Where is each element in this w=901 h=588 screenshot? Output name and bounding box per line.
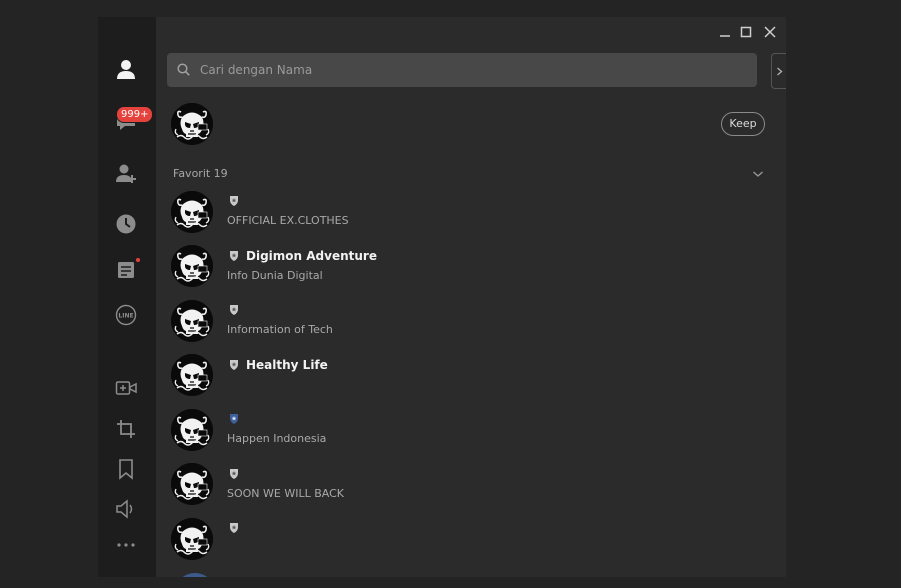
line-logo-icon[interactable]: LINE xyxy=(114,303,138,327)
line-window: 999+ LINE Cari dengan Nama Keep Favorit … xyxy=(98,17,786,577)
favorites-section-label: Favorit 19 xyxy=(173,167,228,180)
video-call-icon[interactable] xyxy=(114,376,138,400)
clock-icon[interactable] xyxy=(114,212,138,236)
official-shield-icon xyxy=(229,250,239,261)
chevron-right-icon xyxy=(776,67,782,75)
expand-panel-button[interactable] xyxy=(771,53,786,89)
chevron-down-icon[interactable] xyxy=(752,169,764,179)
friend-avatar[interactable] xyxy=(171,354,213,396)
my-profile-avatar[interactable] xyxy=(171,103,213,145)
more-icon[interactable] xyxy=(114,533,138,557)
sidebar: 999+ LINE xyxy=(98,17,156,577)
friend-avatar[interactable] xyxy=(174,573,216,577)
friend-name[interactable]: Digimon Adventure xyxy=(246,248,377,264)
search-icon xyxy=(177,63,190,76)
official-shield-icon xyxy=(229,413,239,424)
friend-name[interactable]: Healthy Life xyxy=(246,357,328,373)
search-placeholder: Cari dengan Nama xyxy=(200,63,313,77)
note-icon[interactable] xyxy=(114,258,138,282)
minimize-icon[interactable] xyxy=(718,25,732,39)
friend-status: Information of Tech xyxy=(227,323,333,336)
friends-panel: Cari dengan Nama Keep Favorit 19 OFFICIA… xyxy=(156,17,786,577)
official-shield-icon xyxy=(229,304,239,315)
official-shield-icon xyxy=(229,359,239,370)
maximize-icon[interactable] xyxy=(739,25,753,39)
friend-status: SOON WE WILL BACK xyxy=(227,487,344,500)
friend-avatar[interactable] xyxy=(171,409,213,451)
notes-dot xyxy=(136,258,140,262)
line-logo-text: LINE xyxy=(118,313,133,320)
official-shield-icon xyxy=(229,522,239,533)
keep-button[interactable]: Keep xyxy=(721,112,765,136)
search-input[interactable]: Cari dengan Nama xyxy=(167,53,757,87)
friend-avatar[interactable] xyxy=(171,463,213,505)
official-shield-icon xyxy=(229,468,239,479)
friend-avatar[interactable] xyxy=(171,518,213,560)
speaker-icon[interactable] xyxy=(114,497,138,521)
friend-status: OFFICIAL EX.CLOTHES xyxy=(227,214,349,227)
crop-icon[interactable] xyxy=(114,417,138,441)
official-shield-icon xyxy=(229,195,239,206)
bookmark-icon[interactable] xyxy=(114,457,138,481)
add-friend-icon[interactable] xyxy=(114,161,138,185)
friend-avatar[interactable] xyxy=(171,191,213,233)
friend-status: Happen Indonesia xyxy=(227,432,327,445)
person-icon[interactable] xyxy=(114,57,138,81)
friend-avatar[interactable] xyxy=(171,245,213,287)
unread-badge: 999+ xyxy=(116,106,154,123)
friend-status: Info Dunia Digital xyxy=(227,269,323,282)
friend-avatar[interactable] xyxy=(171,300,213,342)
close-icon[interactable] xyxy=(763,25,777,39)
